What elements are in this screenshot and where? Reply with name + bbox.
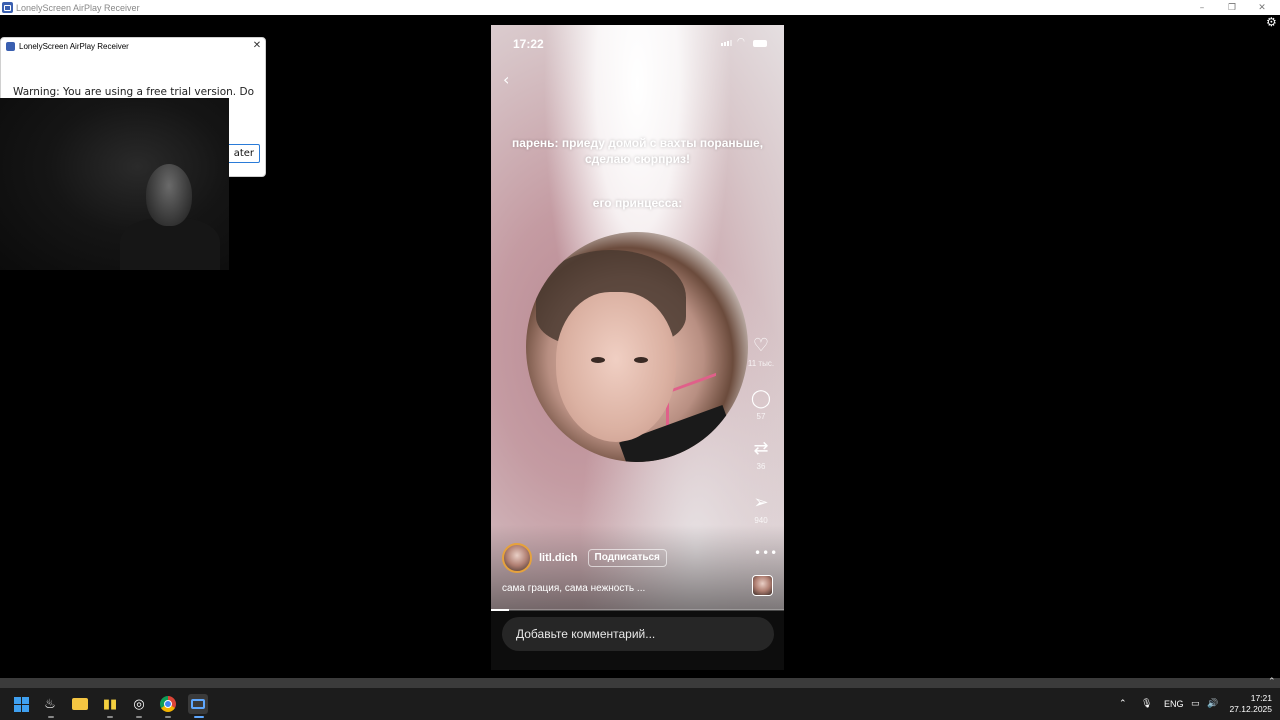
gear-icon[interactable]: ⚙ bbox=[1266, 16, 1278, 28]
windows-taskbar: ♨ ▮▮ ◎ ⌃ 🎙 ENG ▭ 🔊 17:21 27.12.2025 bbox=[0, 688, 1280, 720]
repost-action[interactable]: ⇄ 36 bbox=[746, 439, 776, 472]
webcam-overlay bbox=[0, 98, 229, 270]
comment-count: 57 bbox=[756, 412, 766, 421]
author-row: litl.dich Подписаться bbox=[502, 543, 667, 573]
follow-button[interactable]: Подписаться bbox=[587, 549, 667, 567]
monitor-icon bbox=[191, 699, 205, 709]
horizontal-scrollbar[interactable]: ⌃ bbox=[0, 677, 1280, 688]
steam-taskbar-icon[interactable]: ♨ bbox=[40, 694, 60, 714]
language-indicator[interactable]: ENG bbox=[1164, 688, 1184, 720]
chevron-up-icon[interactable]: ⌃ bbox=[1268, 677, 1276, 687]
running-indicator bbox=[48, 716, 54, 718]
author-username[interactable]: litl.dich bbox=[539, 552, 578, 564]
running-indicator bbox=[107, 716, 113, 718]
chrome-icon bbox=[160, 696, 176, 712]
window-title: LonelyScreen AirPlay Receiver bbox=[16, 2, 140, 13]
video-caption-top: парень: приеду домой с вахты пораньше, с… bbox=[511, 136, 764, 166]
share-count: 940 bbox=[754, 516, 768, 525]
heart-icon[interactable]: ♡ bbox=[746, 336, 776, 356]
system-clock[interactable]: 17:21 27.12.2025 bbox=[1226, 693, 1272, 715]
like-action[interactable]: ♡ 11 тыс. bbox=[746, 336, 776, 369]
airplay-phone-screen: 17:22 ◠ ‹ парень: приеду домой с вахты п… bbox=[491, 25, 784, 670]
lonelyscreen-taskbar-icon[interactable] bbox=[188, 694, 208, 714]
running-indicator bbox=[165, 716, 171, 718]
lonelyscreen-app-icon bbox=[6, 42, 15, 51]
person-eye bbox=[591, 357, 605, 363]
lonelyscreen-app-icon bbox=[2, 2, 13, 13]
windows-logo-icon bbox=[13, 696, 29, 712]
clock-date: 27.12.2025 bbox=[1229, 704, 1272, 714]
status-time: 17:22 bbox=[513, 37, 544, 51]
author-avatar[interactable] bbox=[502, 543, 532, 573]
folder-icon bbox=[72, 698, 88, 710]
repost-icon[interactable]: ⇄ bbox=[746, 439, 776, 459]
running-indicator bbox=[136, 716, 142, 718]
wifi-icon: ◠ bbox=[737, 37, 745, 47]
audio-thumbnail[interactable] bbox=[752, 575, 773, 596]
reel-video[interactable]: 17:22 ◠ ‹ парень: приеду домой с вахты п… bbox=[491, 25, 784, 610]
dialog-close-button[interactable]: ✕ bbox=[251, 40, 263, 52]
signal-icon bbox=[721, 40, 732, 46]
microphone-icon[interactable]: 🎙 bbox=[1141, 688, 1152, 720]
video-face-circle bbox=[526, 232, 748, 462]
video-caption-bottom: его принцесса: bbox=[592, 196, 683, 210]
close-button[interactable]: ✕ bbox=[1247, 0, 1277, 15]
battery-icon bbox=[753, 40, 767, 47]
send-icon[interactable]: ➢ bbox=[746, 493, 776, 513]
clock-time: 17:21 bbox=[1250, 693, 1272, 703]
tray-chevron-up-icon[interactable]: ⌃ bbox=[1119, 688, 1127, 720]
main-window-titlebar: LonelyScreen AirPlay Receiver – ❐ ✕ bbox=[0, 0, 1280, 15]
dialog-titlebar: LonelyScreen AirPlay Receiver bbox=[6, 42, 129, 51]
comment-bubble-icon[interactable]: ◯ bbox=[746, 389, 776, 409]
person-face bbox=[556, 292, 676, 442]
obs-taskbar-icon[interactable]: ◎ bbox=[129, 694, 149, 714]
minimize-button[interactable]: – bbox=[1187, 0, 1217, 15]
trial-warning-text: Warning: You are using a free trial vers… bbox=[13, 86, 254, 98]
webcam-person-head bbox=[146, 164, 192, 226]
file-explorer-taskbar-icon[interactable] bbox=[70, 694, 90, 714]
network-icon[interactable]: ▭ bbox=[1191, 688, 1200, 720]
share-action[interactable]: ➢ 940 bbox=[746, 493, 776, 526]
active-indicator bbox=[194, 716, 204, 718]
back-icon[interactable]: ‹ bbox=[503, 70, 509, 89]
volume-icon[interactable]: 🔊 bbox=[1207, 688, 1218, 720]
phone-status-bar: 17:22 ◠ bbox=[491, 25, 784, 63]
reel-description[interactable]: сама грация, сама нежность ... bbox=[502, 583, 645, 594]
maximize-button[interactable]: ❐ bbox=[1217, 0, 1247, 15]
comment-input[interactable]: Добавьте комментарий... bbox=[502, 617, 774, 651]
dialog-title: LonelyScreen AirPlay Receiver bbox=[19, 42, 129, 51]
repost-count: 36 bbox=[756, 462, 766, 471]
video-progress-fill bbox=[491, 609, 509, 611]
like-count: 11 тыс. bbox=[747, 359, 775, 368]
chrome-taskbar-icon[interactable] bbox=[158, 694, 178, 714]
video-progress-bar[interactable] bbox=[491, 609, 784, 611]
app-taskbar-icon[interactable]: ▮▮ bbox=[100, 694, 120, 714]
comment-action[interactable]: ◯ 57 bbox=[746, 389, 776, 422]
more-options-icon[interactable]: ••• bbox=[754, 546, 778, 560]
start-button[interactable] bbox=[11, 694, 31, 714]
person-eye bbox=[634, 357, 648, 363]
